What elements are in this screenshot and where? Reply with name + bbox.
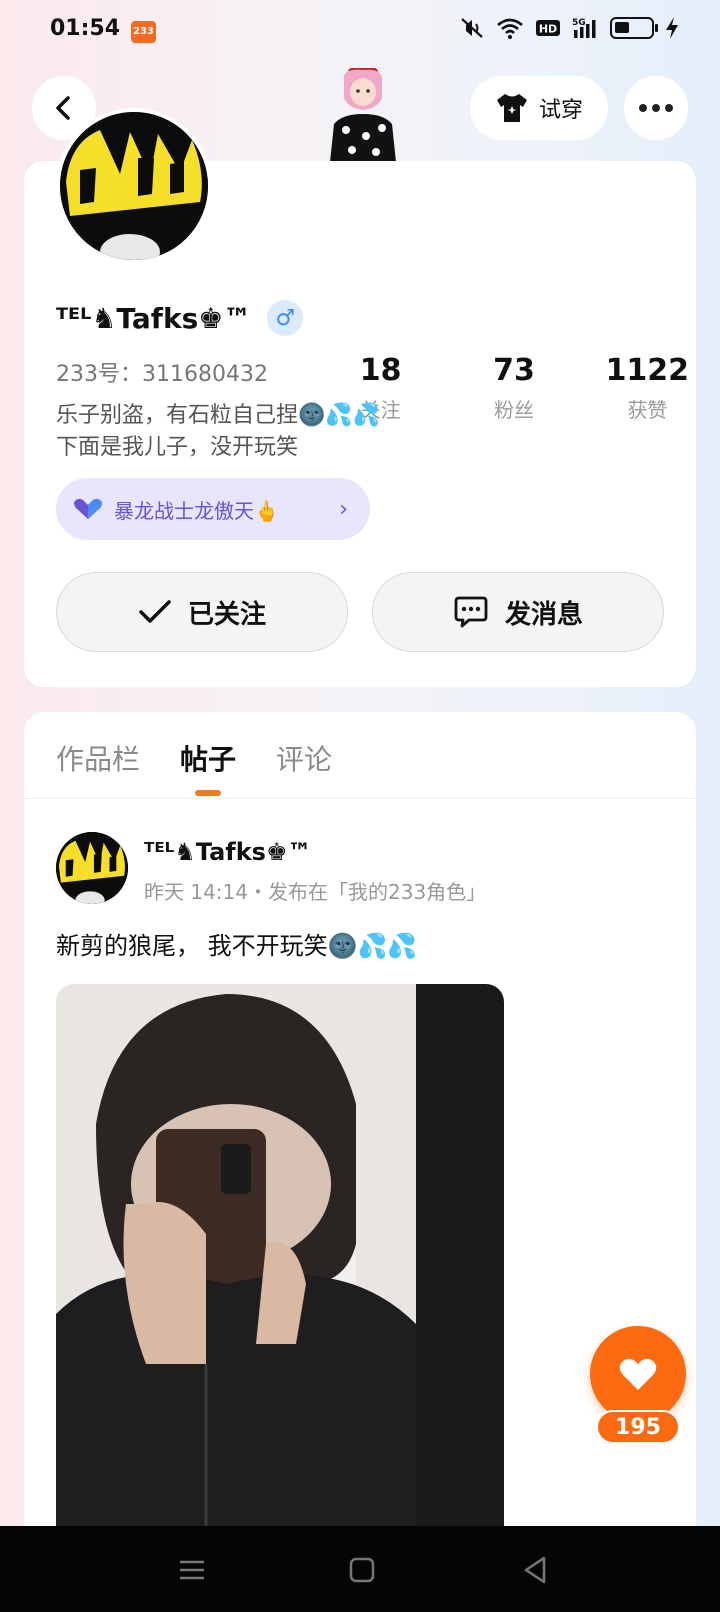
send-message-label: 发消息: [504, 599, 583, 630]
stat-label: 粉丝: [493, 398, 534, 422]
avatar-image: [60, 112, 208, 260]
hd-icon: HD: [536, 20, 560, 36]
post-text[interactable]: 新剪的狼尾， 我不开玩笑🌚💦💦: [56, 926, 417, 961]
status-icons: HD 5G: [458, 16, 680, 40]
status-time: 01:54: [50, 16, 121, 41]
avatar-3d-character[interactable]: [322, 64, 402, 162]
heart-icon: [619, 1358, 657, 1390]
photo-image: [56, 984, 504, 1544]
bio-line: 下面是我儿子，没开玩笑: [56, 435, 299, 460]
feed-card: 作品栏 帖子 评论 ᵀᴱᴸ♞Tafks♚™ 昨天 14:14・发布在「我的233…: [24, 712, 696, 1544]
tshirt-icon: [496, 94, 527, 122]
post-author-name[interactable]: ᵀᴱᴸ♞Tafks♚™: [144, 838, 311, 866]
tab-works[interactable]: 作品栏: [56, 738, 140, 778]
post-author-avatar[interactable]: [56, 832, 128, 904]
more-dot-icon: [639, 104, 647, 112]
avatar-image: [56, 832, 128, 904]
system-nav-bar: [0, 1526, 720, 1612]
bio-line: 乐子别盗，有石粒自己捏🌚💦💦: [56, 403, 381, 428]
send-message-button[interactable]: 发消息: [372, 572, 664, 652]
wifi-icon: [497, 18, 523, 39]
menu-icon[interactable]: [172, 1550, 212, 1590]
male-gender-icon: ♂: [267, 300, 304, 336]
profile-tabs: 作品栏 帖子 评论: [56, 738, 332, 778]
back-triangle-icon[interactable]: [516, 1550, 556, 1590]
home-icon[interactable]: [342, 1550, 382, 1590]
try-on-button[interactable]: 试穿: [470, 76, 608, 140]
following-button[interactable]: 已关注: [56, 572, 348, 652]
more-dot-icon: [665, 104, 673, 112]
more-dot-icon: [652, 104, 660, 112]
profile-avatar[interactable]: [56, 108, 212, 264]
battery-icon: [610, 17, 658, 39]
status-bar: 01:54 233 HD 5G: [0, 0, 720, 64]
try-on-label: 试穿: [538, 98, 583, 123]
signal-5g-icon: 5G: [572, 18, 596, 38]
more-options-button[interactable]: [624, 76, 688, 140]
chat-bubble-icon: [454, 596, 488, 628]
stat-value: 73: [493, 353, 535, 388]
stat-label: 获赞: [627, 398, 668, 422]
stat-followers[interactable]: 73 粉丝: [447, 353, 580, 423]
chevron-right-icon: ›: [339, 496, 348, 522]
post-meta: 昨天 14:14・发布在「我的233角色」: [144, 880, 487, 904]
stat-likes[interactable]: 1122 获赞: [581, 353, 714, 423]
title-badge-label: 暴龙战士龙傲天🖕: [114, 498, 279, 523]
svg-text:HD: HD: [539, 23, 557, 36]
mute-vibrate-icon: [461, 18, 483, 38]
divider: [24, 798, 696, 799]
username: ᵀᴱᴸ♞Tafks♚™ ♂: [56, 300, 304, 336]
charging-icon: [666, 17, 678, 39]
stat-value: 18: [359, 353, 402, 388]
title-badge[interactable]: 暴龙战士龙傲天🖕 ›: [56, 478, 370, 540]
chevron-left-icon: [56, 96, 70, 120]
post-photo[interactable]: [56, 984, 504, 1544]
user-id[interactable]: 233号：311680432: [56, 356, 268, 388]
tab-posts[interactable]: 帖子: [180, 738, 236, 778]
checkmark-icon: [139, 600, 171, 623]
app-notification-icon: 233: [131, 21, 156, 43]
svg-text:5G: 5G: [572, 18, 586, 28]
profile-bio: 乐子别盗，有石粒自己捏🌚💦💦 下面是我儿子，没开玩笑: [56, 400, 380, 464]
tab-comments[interactable]: 评论: [276, 738, 332, 778]
like-button[interactable]: [590, 1326, 686, 1422]
like-count: 195: [596, 1410, 680, 1444]
following-label: 已关注: [187, 599, 266, 630]
heart-badge-icon: [74, 498, 102, 519]
username-text: ᵀᴱᴸ♞Tafks♚™: [56, 301, 252, 335]
stat-value: 1122: [605, 353, 690, 388]
